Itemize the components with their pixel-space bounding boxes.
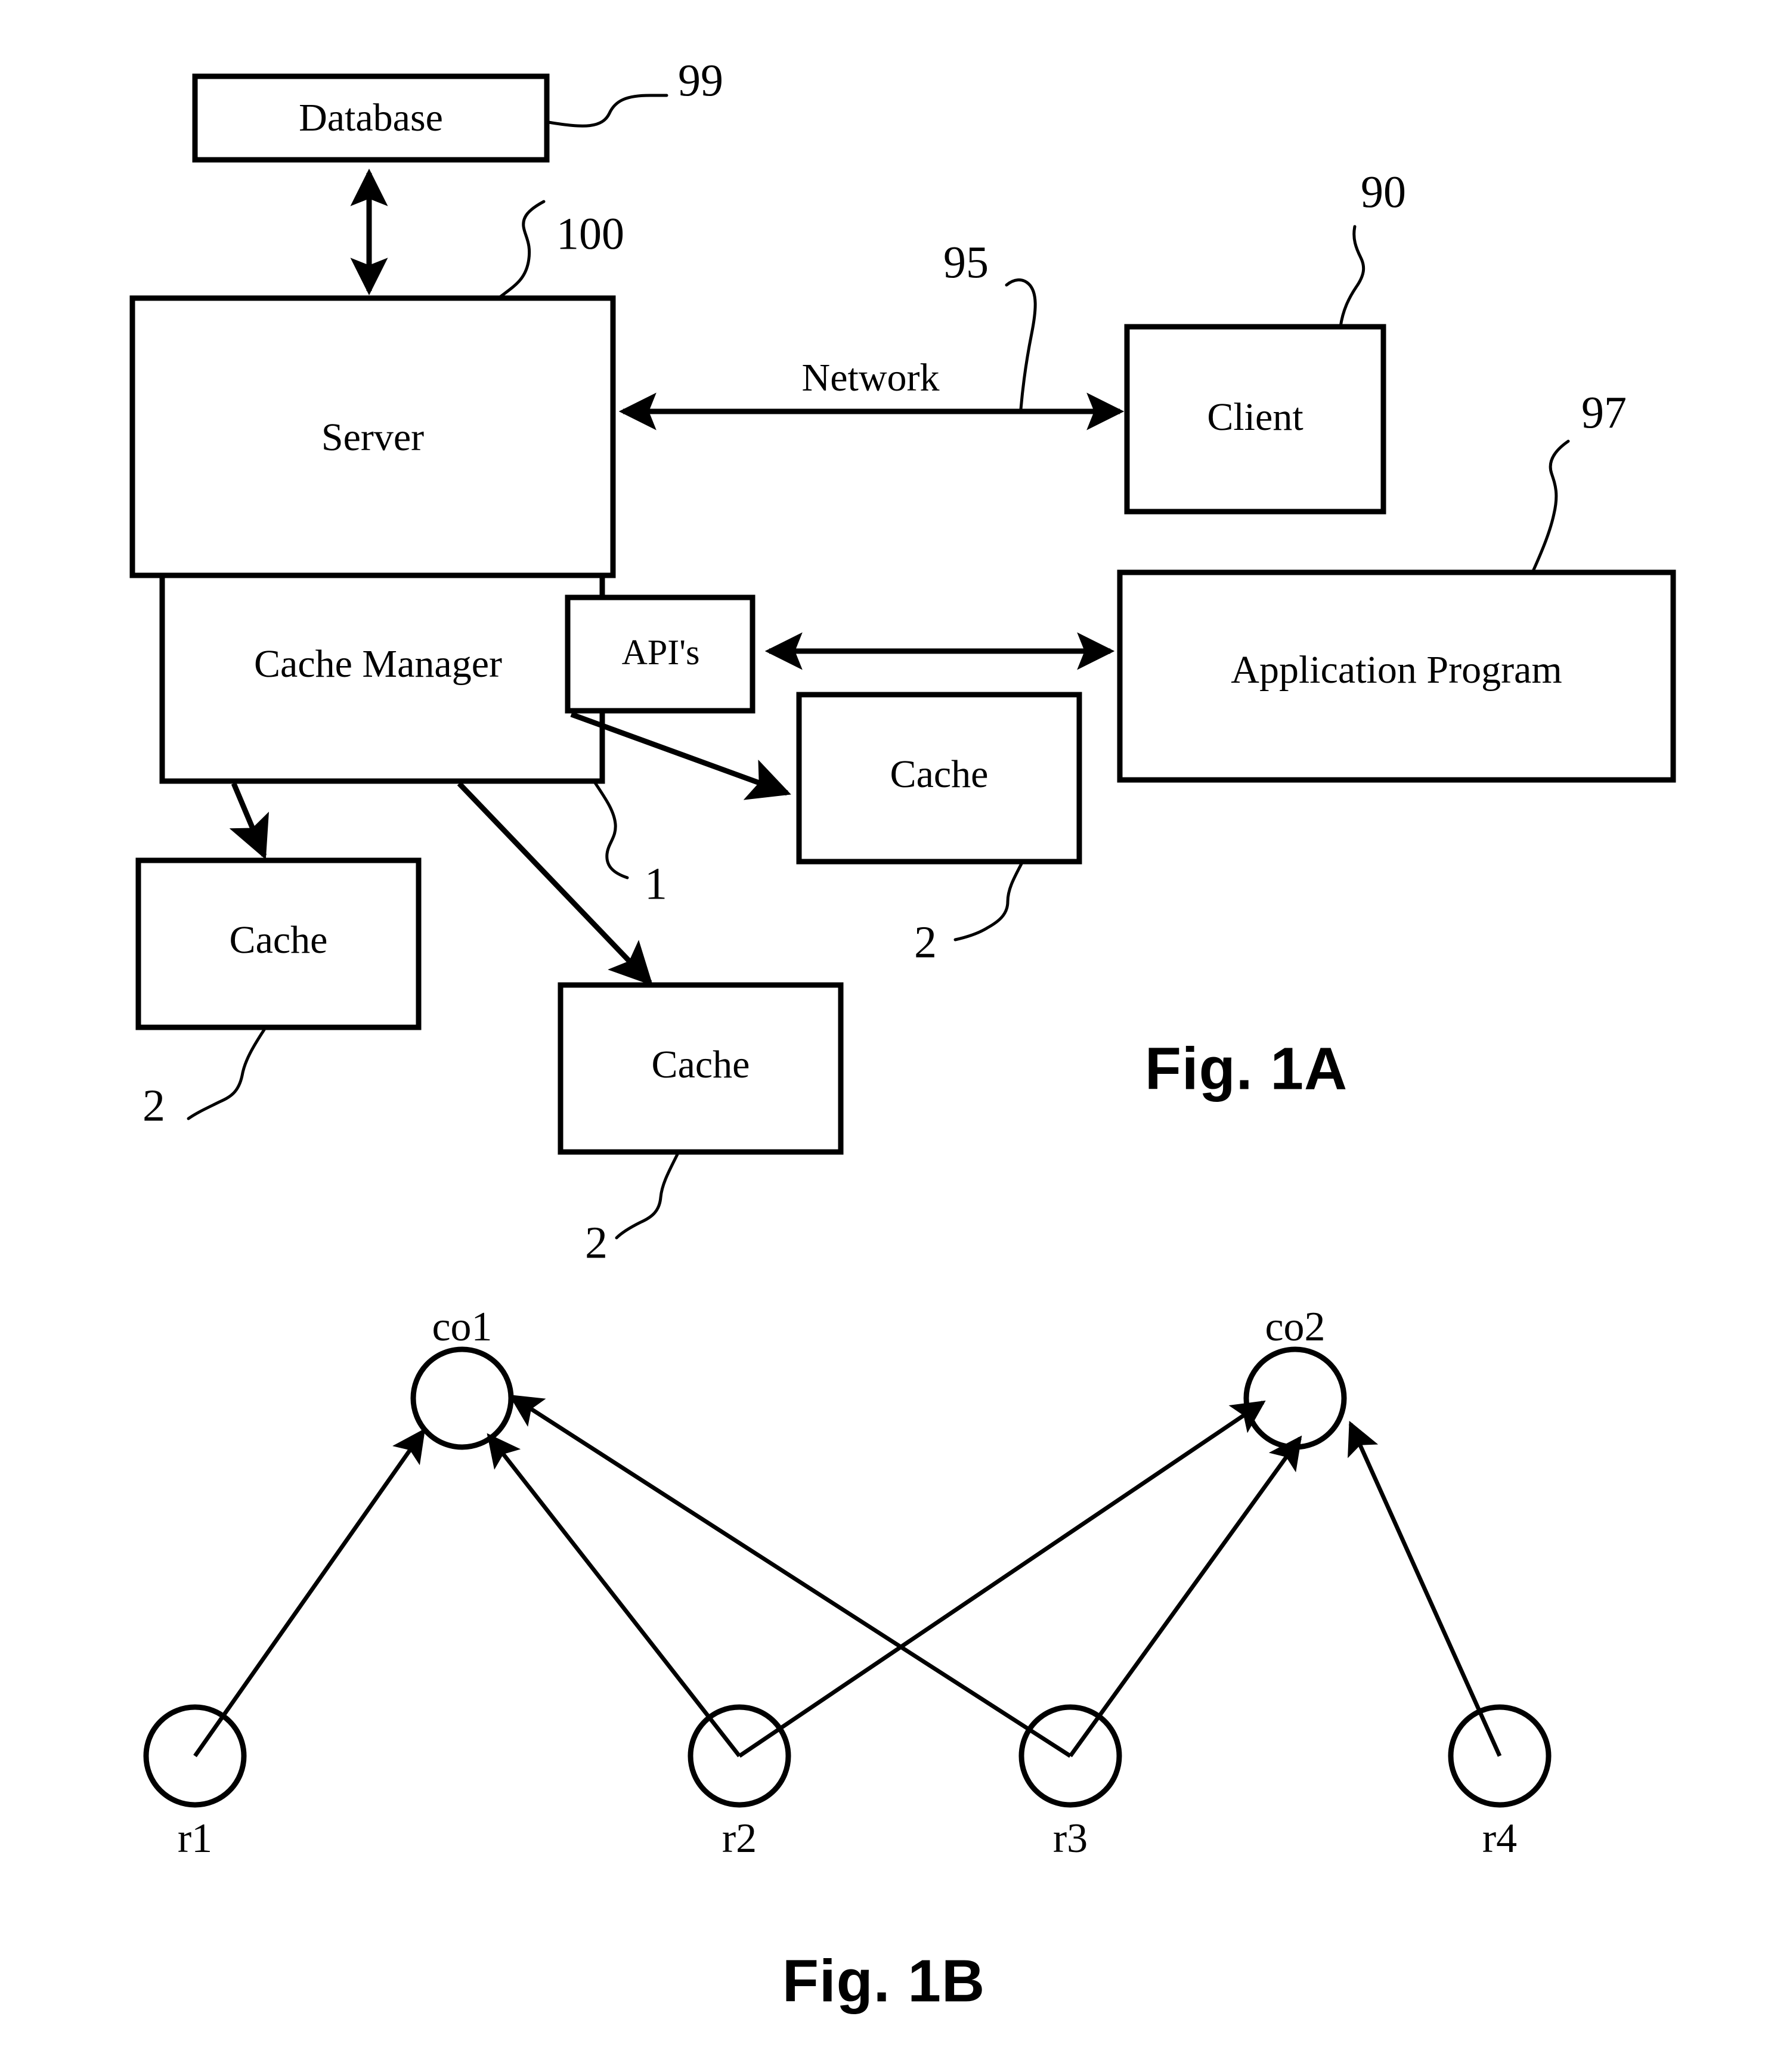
leader-line-95	[1005, 278, 1037, 411]
reference-1: 1	[592, 779, 667, 909]
reference-2-left: 2	[143, 1028, 266, 1131]
ref-number-1: 1	[645, 859, 667, 909]
connector-cachemanager-cachemiddle	[457, 781, 653, 986]
graph-edges	[193, 1394, 1502, 1758]
co2-circle	[1243, 1346, 1347, 1450]
block-cache-manager: Cache Manager	[159, 572, 605, 784]
cache-middle-label: Cache	[652, 1043, 750, 1086]
leader-line-100	[497, 200, 546, 300]
ref-number-2-middle: 2	[585, 1218, 608, 1268]
block-database: Database	[192, 73, 550, 163]
client-label: Client	[1207, 395, 1303, 439]
reference-90: 90	[1339, 167, 1406, 329]
server-label: Server	[321, 416, 424, 459]
graph-node-co2: co2	[1243, 1304, 1347, 1450]
reference-2-right: 2	[914, 859, 1025, 967]
leader-line-99	[547, 94, 668, 128]
r2-circle	[688, 1704, 791, 1808]
block-cache-left: Cache	[135, 857, 422, 1030]
block-apis: API's	[565, 594, 755, 714]
block-client: Client	[1124, 324, 1386, 515]
reference-100: 100	[497, 200, 624, 300]
co2-label: co2	[1265, 1304, 1325, 1350]
application-program-label: Application Program	[1231, 648, 1562, 692]
figure-1b-caption: Fig. 1B	[782, 1947, 985, 2014]
ref-number-95: 95	[943, 237, 989, 287]
cache-manager-label: Cache Manager	[254, 642, 502, 686]
ref-number-2-left: 2	[143, 1080, 165, 1131]
graph-node-co1: co1	[410, 1304, 514, 1450]
reference-97: 97	[1531, 388, 1627, 574]
leader-line-2-right	[953, 859, 1025, 941]
block-server: Server	[129, 295, 616, 578]
ref-number-99: 99	[678, 55, 723, 106]
leader-line-2-middle	[615, 1153, 679, 1240]
leader-line-2-left	[187, 1028, 266, 1120]
edge-r2-co1	[487, 1433, 741, 1758]
graph-node-r2: r2	[688, 1704, 791, 1862]
apis-label: API's	[622, 633, 700, 672]
graph-node-r4: r4	[1448, 1704, 1552, 1862]
block-cache-middle: Cache	[558, 982, 844, 1155]
r1-circle	[143, 1704, 247, 1808]
r4-label: r4	[1482, 1816, 1517, 1862]
leader-line-90	[1339, 225, 1366, 329]
leader-line-1	[592, 779, 629, 879]
connector-cachemanager-cacheleft	[229, 782, 270, 860]
reference-2-middle: 2	[585, 1153, 679, 1268]
reference-99: 99	[547, 55, 723, 128]
ref-number-2-right: 2	[914, 917, 937, 967]
r4-circle	[1448, 1704, 1552, 1808]
edge-r2-co2	[738, 1400, 1266, 1758]
block-cache-right: Cache	[796, 692, 1082, 865]
figure-1a-caption: Fig. 1A	[1145, 1035, 1348, 1102]
edge-r3-co1	[509, 1394, 1072, 1758]
leader-line-97	[1531, 439, 1570, 574]
ref-number-100: 100	[556, 209, 624, 259]
edge-r3-co2	[1069, 1435, 1302, 1758]
cache-left-label: Cache	[230, 918, 328, 962]
co1-label: co1	[432, 1304, 492, 1350]
ref-number-97: 97	[1581, 388, 1627, 438]
ref-number-90: 90	[1361, 167, 1406, 217]
edge-r4-co2	[1348, 1420, 1502, 1757]
network-label: Network	[802, 356, 940, 399]
edge-r1-co1	[193, 1428, 426, 1758]
r1-label: r1	[178, 1816, 212, 1862]
graph-node-r3: r3	[1018, 1704, 1122, 1862]
r3-label: r3	[1053, 1816, 1088, 1862]
patent-drawing-sheet: Database 99 Server 100 Network 95 Client…	[0, 0, 1768, 2072]
reference-95: 95	[943, 237, 1037, 411]
graph-node-r1: r1	[143, 1704, 247, 1862]
block-application-program: Application Program	[1117, 569, 1676, 783]
cache-right-label: Cache	[890, 752, 989, 796]
figure-canvas: Database 99 Server 100 Network 95 Client…	[129, 55, 1676, 2014]
co1-circle	[410, 1346, 514, 1450]
database-label: Database	[299, 96, 443, 140]
r2-label: r2	[722, 1816, 757, 1862]
r3-circle	[1018, 1704, 1122, 1808]
